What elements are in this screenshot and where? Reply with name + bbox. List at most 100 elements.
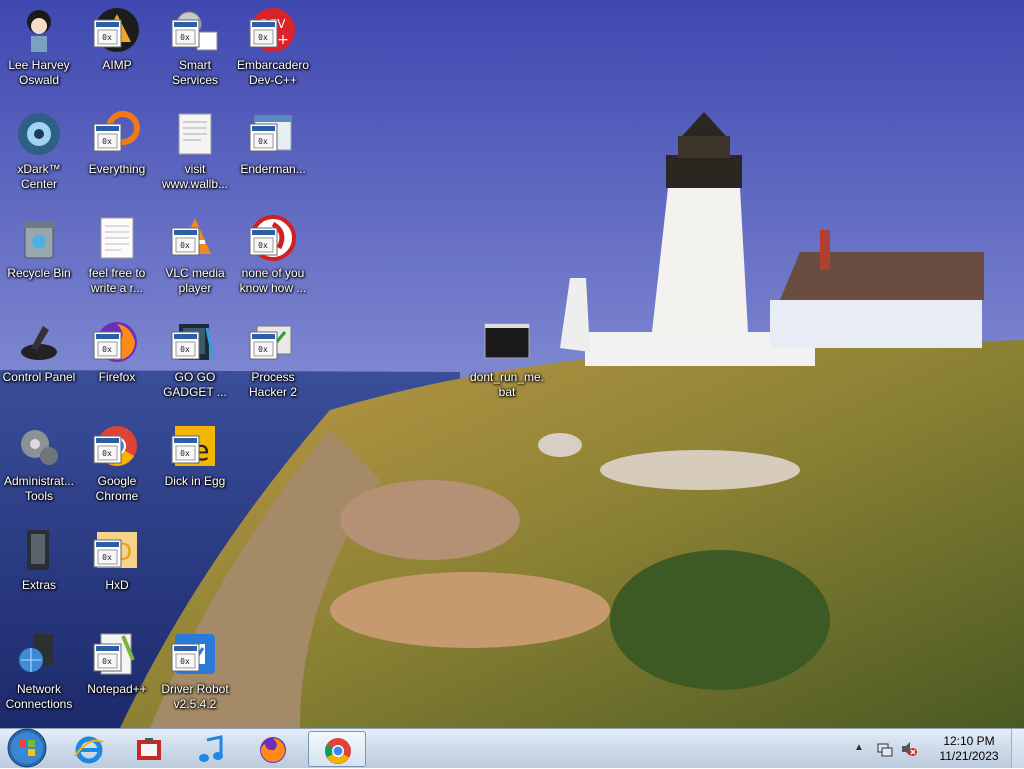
network-icon: [15, 630, 63, 678]
desktop-icon-app-window[interactable]: 0x Enderman...: [234, 104, 312, 200]
taskbar-internet-explorer-button[interactable]: [60, 731, 118, 767]
desktop-icon-devcpp[interactable]: DEV+0x Embarcadero Dev-C++: [234, 0, 312, 96]
desktop-icon-label: Extras: [21, 578, 56, 592]
desktop-icon-aimp[interactable]: 0x AIMP: [78, 0, 156, 96]
desktop[interactable]: Lee Harvey Oswald 0x AIMP 0x Smart Services D…: [0, 0, 1024, 728]
process-hacker-icon: 0x: [249, 318, 297, 366]
network-icon[interactable]: [876, 740, 894, 758]
desktop-icon-firefox[interactable]: 0x Firefox: [78, 312, 156, 408]
desktop-icon-label: visit www.wallb...: [161, 162, 229, 191]
desktop-icon-gears[interactable]: 0x Smart Services: [156, 0, 234, 96]
desktop-icon-label: Network Connections: [5, 682, 73, 711]
desktop-icon-driver-robot[interactable]: 0x Driver Robot v2.5.4.2: [156, 624, 234, 720]
volume-muted-icon[interactable]: [900, 740, 918, 758]
start-button[interactable]: [4, 728, 50, 769]
show-desktop-button[interactable]: [1011, 729, 1024, 768]
recycle-bin-icon: [15, 214, 63, 262]
desktop-icon-label: Administrat... Tools: [3, 474, 75, 503]
desktop-icon-label: Notepad++: [87, 682, 147, 696]
svg-text:0x: 0x: [102, 33, 112, 42]
desktop-icon-recycle-bin[interactable]: Recycle Bin: [0, 208, 78, 304]
desktop-icon-label: Dick in Egg: [164, 474, 226, 488]
clock[interactable]: 12:10 PM 11/21/2023: [934, 734, 1004, 764]
gadget-icon: 0x: [171, 318, 219, 366]
desktop-icon-chrome[interactable]: 0x Google Chrome: [78, 416, 156, 512]
desktop-icon-vlc[interactable]: 0x VLC media player: [156, 208, 234, 304]
taskbar: ▲ 12:10 PM 11/21/2023: [0, 728, 1024, 768]
desktop-icon-admin-tools[interactable]: Administrat... Tools: [0, 416, 78, 512]
gears-icon: 0x: [171, 6, 219, 54]
desktop-icon-label: Embarcadero Dev-C++: [236, 58, 310, 87]
desktop-icon-label: HxD: [105, 578, 129, 592]
desktop-icon-label: xDark™ Center: [17, 162, 61, 191]
hxd-icon: D 0x: [93, 526, 141, 574]
desktop-icon-label: GO GO GADGET ...: [163, 370, 227, 399]
text-file-icon: [93, 214, 141, 262]
red-circle-app-icon: 0x: [249, 214, 297, 262]
svg-text:0x: 0x: [102, 137, 112, 146]
notepadpp-icon: 0x: [93, 630, 141, 678]
desktop-icon-xdark[interactable]: xDark™ Center: [0, 104, 78, 200]
windows-orb-icon: [7, 728, 47, 768]
system-tray: ▲ 12:10 PM 11/21/2023: [854, 729, 1024, 769]
desktop-icon-everything[interactable]: 0x Everything: [78, 104, 156, 200]
desktop-icon-label: Process Hacker 2: [248, 370, 298, 399]
svg-text:+: +: [277, 32, 289, 48]
driver-robot-icon: 0x: [171, 630, 219, 678]
desktop-icon-text-file[interactable]: feel free to write a r...: [78, 208, 156, 304]
firefox-icon: 0x: [93, 318, 141, 366]
svg-text:0x: 0x: [102, 657, 112, 666]
svg-text:0x: 0x: [180, 449, 190, 458]
clock-date: 11/21/2023: [939, 749, 999, 763]
app-window-icon: 0x: [249, 110, 297, 158]
e-app-icon: e 0x: [171, 422, 219, 470]
aimp-icon: 0x: [93, 6, 141, 54]
firefox-icon: [260, 737, 286, 763]
taskbar-chrome-button[interactable]: [308, 731, 366, 767]
svg-text:0x: 0x: [258, 241, 268, 250]
desktop-icon-label: Everything: [88, 162, 146, 176]
svg-text:0x: 0x: [258, 345, 268, 354]
admin-tools-icon: [15, 422, 63, 470]
desktop-icon-notepadpp[interactable]: 0x Notepad++: [78, 624, 156, 720]
desktop-icon-label: feel free to write a r...: [88, 266, 146, 295]
desktop-icon-label: Smart Services: [171, 58, 218, 87]
desktop-icon-process-hacker[interactable]: 0x Process Hacker 2: [234, 312, 312, 408]
show-hidden-icons-button[interactable]: ▲: [854, 742, 866, 756]
desktop-icon-network[interactable]: Network Connections: [0, 624, 78, 720]
desktop-icon-label: Google Chrome: [95, 474, 139, 503]
desktop-icon-hxd[interactable]: D 0x HxD: [78, 520, 156, 616]
desktop-icon-e-app[interactable]: e 0x Dick in Egg: [156, 416, 234, 512]
svg-text:0x: 0x: [180, 657, 190, 666]
svg-text:0x: 0x: [180, 345, 190, 354]
svg-text:0x: 0x: [258, 33, 268, 42]
control-panel-icon: [15, 318, 63, 366]
document-icon: [171, 110, 219, 158]
desktop-icon-document[interactable]: visit www.wallb...: [156, 104, 234, 200]
taskbar-firefox-button[interactable]: [244, 731, 302, 767]
ie-icon: [74, 736, 104, 764]
desktop-icon-label: Recycle Bin: [7, 266, 71, 280]
clock-time: 12:10 PM: [943, 734, 995, 748]
desktop-icon-label: AIMP: [102, 58, 132, 72]
devcpp-icon: DEV+0x: [249, 6, 297, 54]
svg-text:0x: 0x: [180, 241, 190, 250]
everything-icon: 0x: [93, 110, 141, 158]
desktop-icon-anime-character[interactable]: Lee Harvey Oswald: [0, 0, 78, 96]
desktop-icon-label: none of you know how ...: [239, 266, 307, 295]
batch-file-icon: [483, 318, 531, 366]
desktop-icon-label: Enderman...: [240, 162, 306, 176]
taskbar-itunes-button[interactable]: [182, 731, 240, 767]
desktop-icon-control-panel[interactable]: Control Panel: [0, 312, 78, 408]
chrome-icon: [325, 738, 351, 764]
svg-text:0x: 0x: [102, 345, 112, 354]
xdark-icon: [15, 110, 63, 158]
desktop-icon-red-circle-app[interactable]: 0x none of you know how ...: [234, 208, 312, 304]
desktop-icon-extras-folder[interactable]: Extras: [0, 520, 78, 616]
svg-text:0x: 0x: [102, 553, 112, 562]
taskbar-media-center-button[interactable]: [120, 731, 178, 767]
desktop-icon-gadget[interactable]: 0x GO GO GADGET ...: [156, 312, 234, 408]
extras-folder-icon: [15, 526, 63, 574]
desktop-icon-batch-file[interactable]: dont_run_me.bat: [468, 312, 546, 408]
desktop-icon-label: dont_run_me.bat: [469, 370, 545, 399]
